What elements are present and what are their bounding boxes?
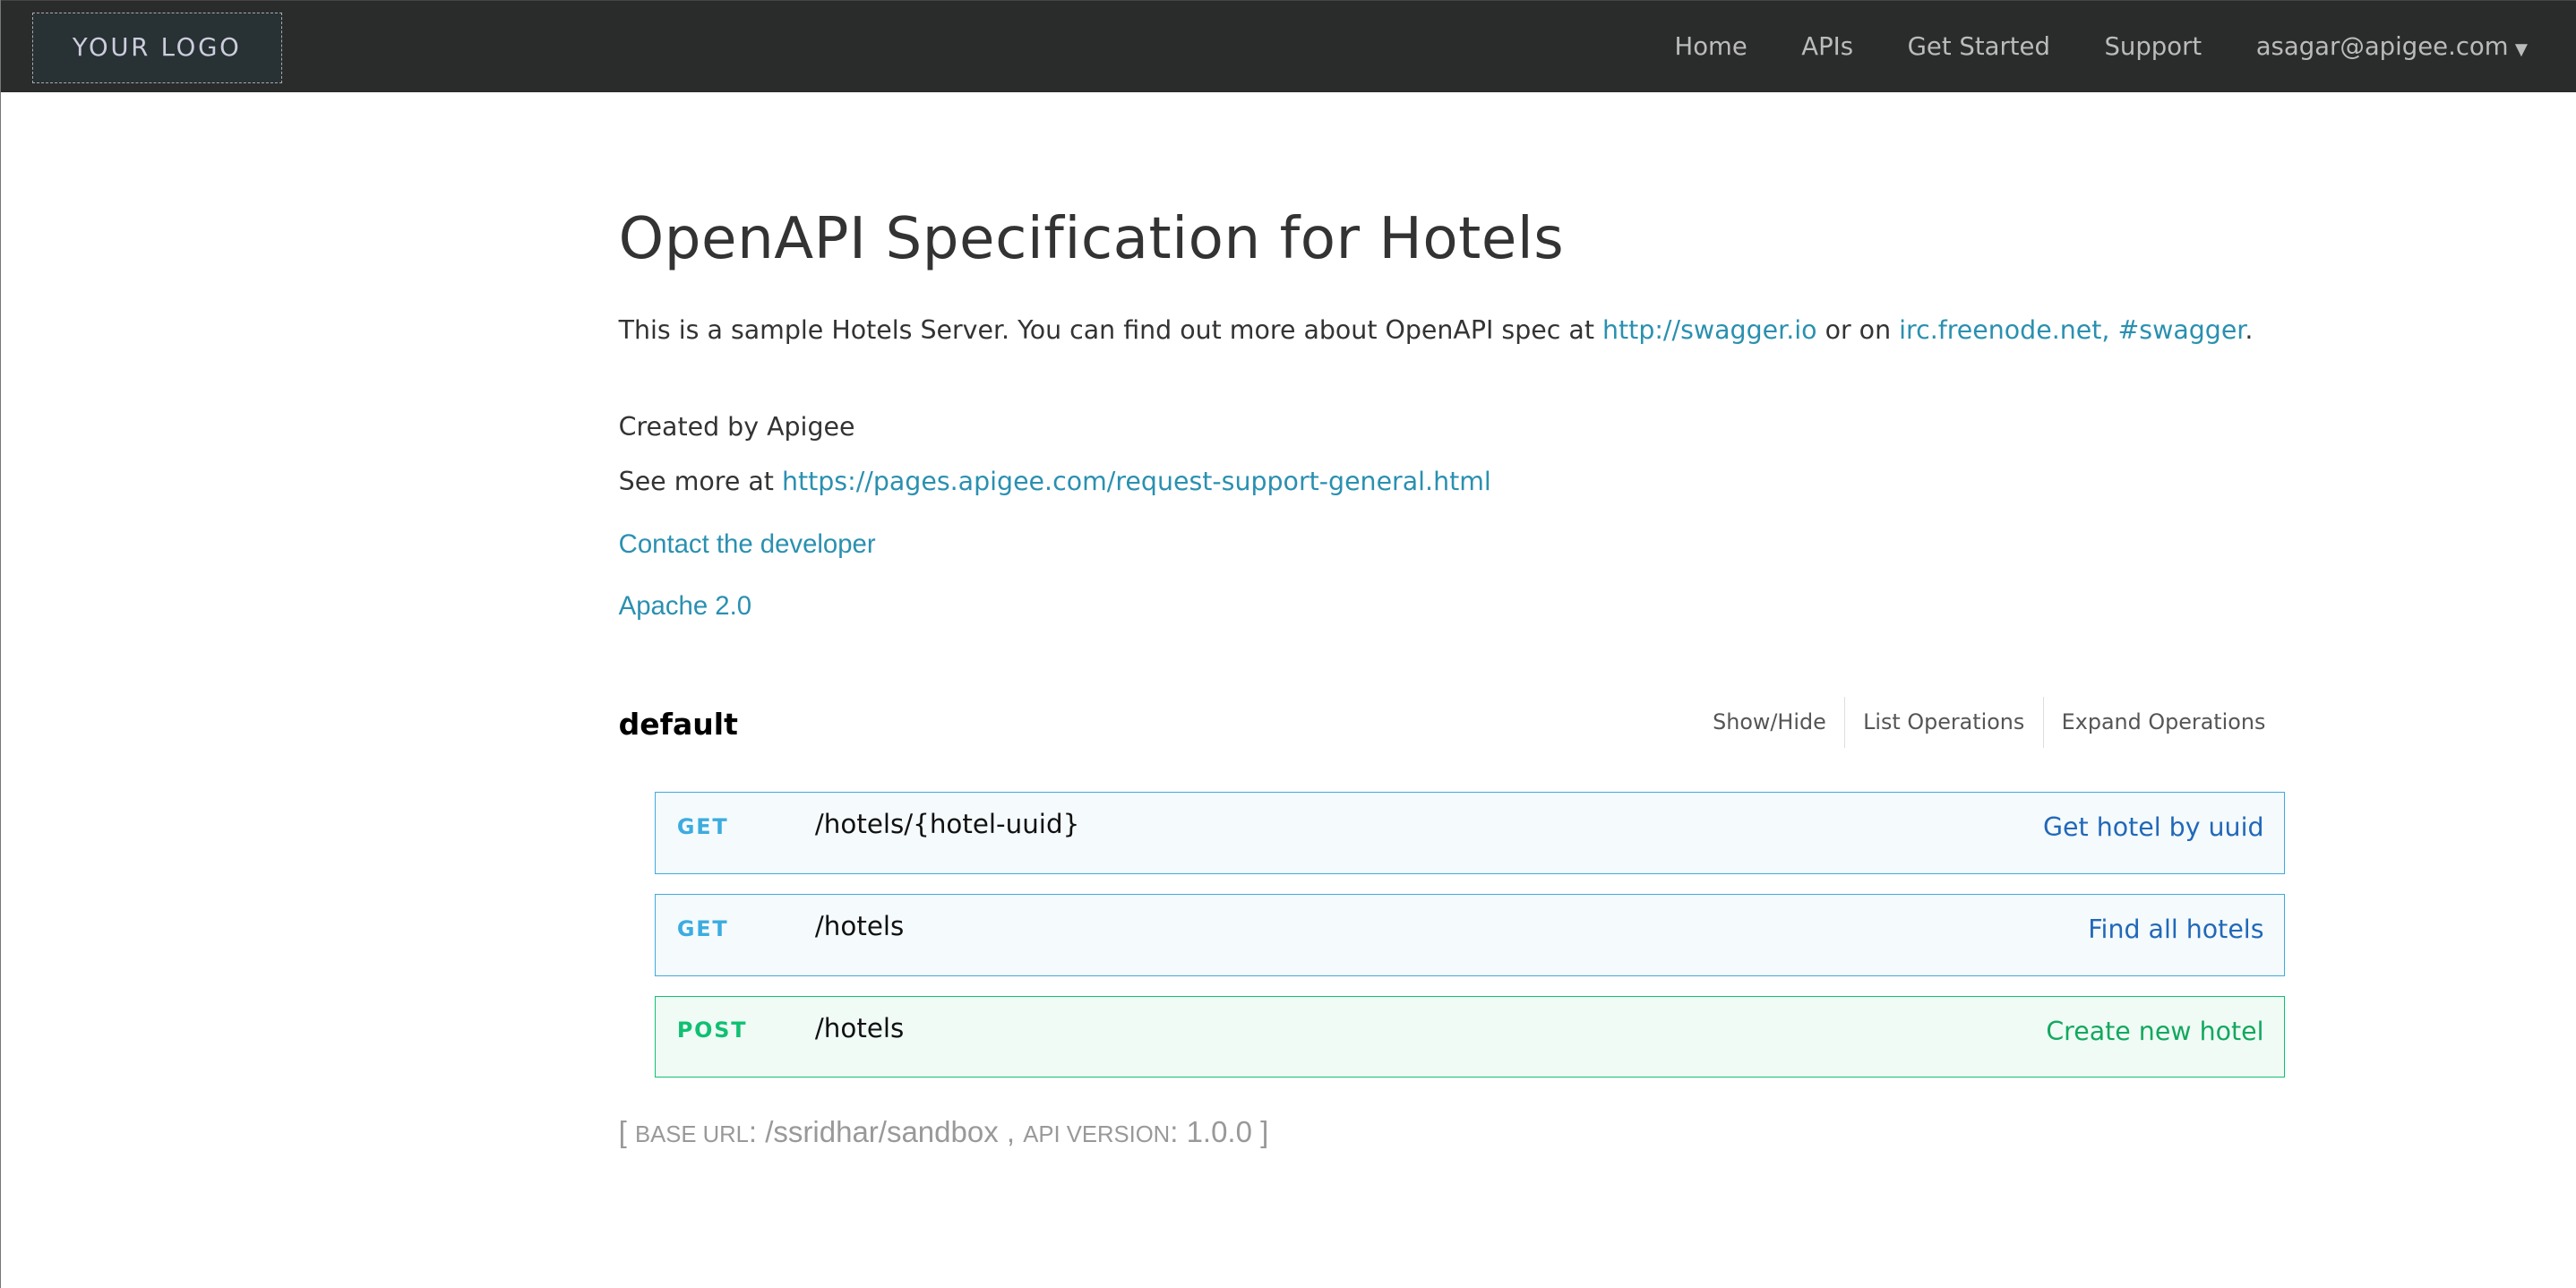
show-hide-button[interactable]: Show/Hide — [1695, 697, 1844, 748]
nav-apis[interactable]: APIs — [1801, 32, 1853, 61]
desc-text: . — [2245, 315, 2254, 346]
see-more: See more at https://pages.apigee.com/req… — [619, 467, 1491, 496]
nav-get-started[interactable]: Get Started — [1908, 32, 2050, 61]
user-email: asagar@apigee.com — [2255, 32, 2509, 62]
operation-path[interactable]: /hotels — [815, 1013, 904, 1043]
created-by: Created by Apigee — [618, 412, 855, 442]
operation-path[interactable]: /hotels/{hotel-uuid} — [815, 809, 1079, 839]
resource-controls: Show/Hide List Operations Expand Operati… — [1695, 696, 2284, 749]
api-version-label: API Version — [1023, 1122, 1171, 1148]
operation-path[interactable]: /hotels — [815, 911, 904, 941]
caret-down-icon: ▼ — [2514, 40, 2528, 60]
http-method: GET — [676, 813, 729, 839]
base-url-info: [ Base URL: /ssridhar/sandbox , API Vers… — [618, 1115, 1269, 1149]
operation-get-hotel-by-uuid[interactable]: GET /hotels/{hotel-uuid} Get hotel by uu… — [655, 792, 2285, 874]
list-operations-button[interactable]: List Operations — [1843, 696, 2043, 749]
contact-developer-link[interactable]: Contact the developer — [619, 529, 876, 560]
base-url-label: Base URL — [635, 1122, 749, 1148]
desc-text: or on — [1816, 315, 1900, 346]
operation-summary[interactable]: Get hotel by uuid — [2043, 812, 2264, 842]
operation-summary[interactable]: Find all hotels — [2088, 914, 2263, 944]
page-title: OpenAPI Specification for Hotels — [618, 205, 1565, 273]
base-url: /ssridhar/sandbox — [765, 1115, 999, 1149]
license-link[interactable]: Apache 2.0 — [619, 591, 751, 622]
operation-find-all-hotels[interactable]: GET /hotels Find all hotels — [655, 893, 2285, 976]
nav-support[interactable]: Support — [2104, 32, 2202, 61]
logo[interactable]: YOUR LOGO — [31, 12, 282, 83]
top-navbar: YOUR LOGO Home APIs Get Started Support … — [1, 0, 2576, 92]
nav-home[interactable]: Home — [1675, 32, 1747, 61]
user-menu[interactable]: asagar@apigee.com ▼ — [2256, 32, 2528, 61]
resource-name[interactable]: default — [619, 707, 738, 742]
irc-link[interactable]: irc.freenode.net, #swagger — [1899, 315, 2245, 345]
operation-summary[interactable]: Create new hotel — [2046, 1017, 2263, 1046]
http-method: GET — [676, 915, 729, 941]
operation-create-hotel[interactable]: POST /hotels Create new hotel — [655, 995, 2285, 1078]
expand-operations-button[interactable]: Expand Operations — [2042, 696, 2284, 749]
see-more-link[interactable]: https://pages.apigee.com/request-support… — [782, 467, 1491, 496]
http-method: POST — [676, 1018, 748, 1043]
api-version: 1.0.0 — [1186, 1115, 1252, 1149]
desc-text: This is a sample Hotels Server. You can … — [618, 315, 1603, 346]
swagger-link[interactable]: http://swagger.io — [1602, 315, 1817, 345]
description: This is a sample Hotels Server. You can … — [619, 315, 2254, 345]
see-more-label: See more at — [618, 466, 782, 496]
